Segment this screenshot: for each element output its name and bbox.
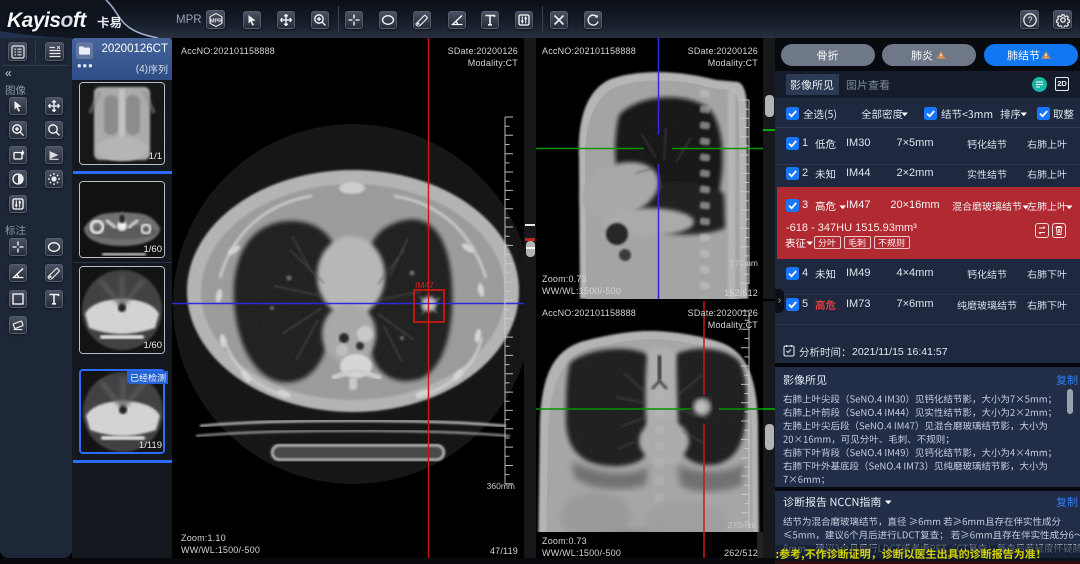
svg-text:270mm: 270mm [730,258,758,268]
svg-text:IM47: IM47 [415,280,434,290]
svg-text:?: ? [1027,15,1032,25]
svg-text:MPR: MPR [209,18,221,24]
svg-text:360mm: 360mm [487,481,515,491]
svg-text:270mm: 270mm [728,520,756,530]
